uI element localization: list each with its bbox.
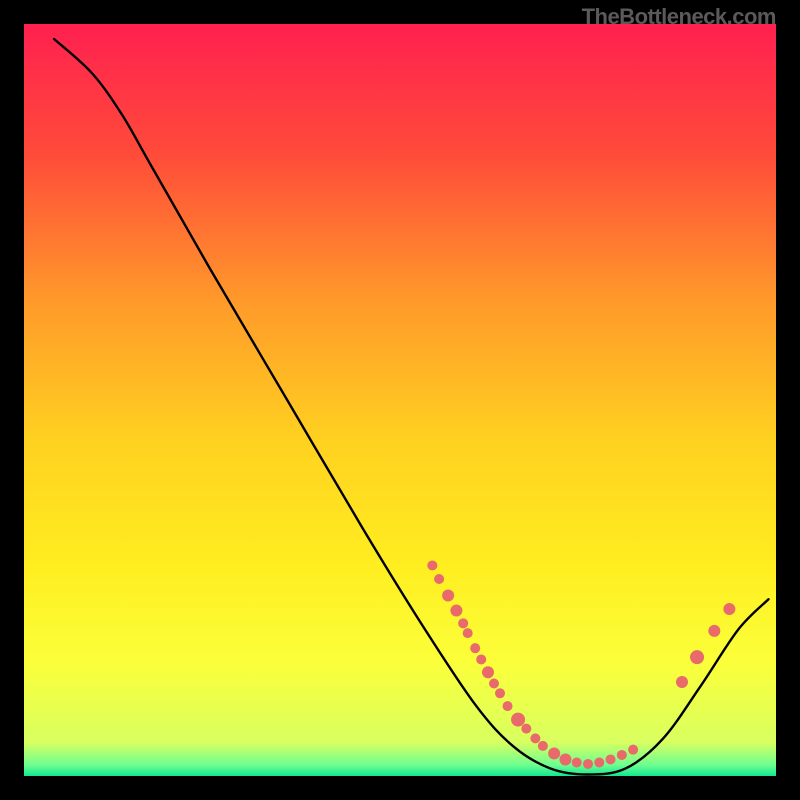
data-point — [676, 676, 688, 688]
data-point — [495, 688, 505, 698]
data-point — [521, 724, 531, 734]
data-point — [559, 753, 571, 765]
data-point — [530, 733, 540, 743]
data-point — [476, 654, 486, 664]
data-point — [442, 590, 454, 602]
data-point — [458, 618, 468, 628]
data-point — [482, 666, 494, 678]
data-point — [548, 747, 560, 759]
data-point — [511, 713, 525, 727]
chart-svg — [24, 24, 776, 776]
data-point — [470, 643, 480, 653]
data-point — [572, 757, 582, 767]
chart-plot-area — [24, 24, 776, 776]
data-point — [628, 745, 638, 755]
chart-background — [24, 24, 776, 776]
data-point — [723, 603, 735, 615]
data-point — [617, 750, 627, 760]
data-point — [434, 574, 444, 584]
data-point — [708, 625, 720, 637]
data-point — [503, 701, 513, 711]
data-point — [450, 605, 462, 617]
data-point — [538, 741, 548, 751]
data-point — [690, 650, 704, 664]
data-point — [606, 754, 616, 764]
data-point — [594, 757, 604, 767]
data-point — [489, 679, 499, 689]
data-point — [427, 560, 437, 570]
data-point — [583, 759, 593, 769]
data-point — [463, 628, 473, 638]
